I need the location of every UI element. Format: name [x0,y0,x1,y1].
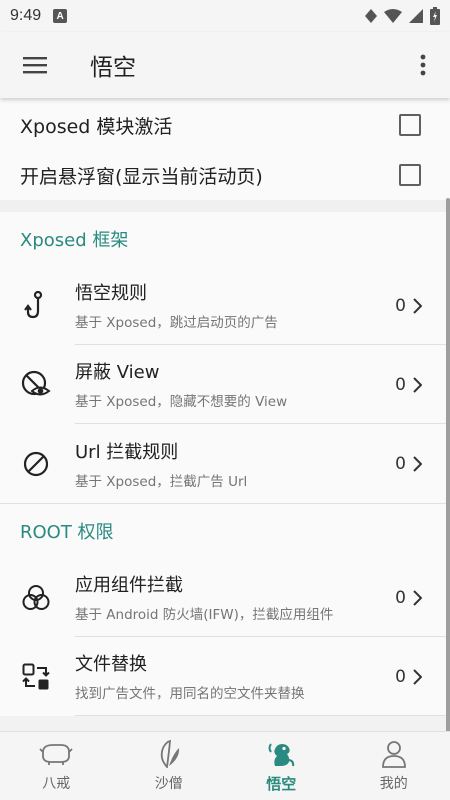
status-icons [364,7,440,25]
app-toolbar: 悟空 [0,32,450,98]
section-header: Xposed 框架 [20,230,129,251]
item-count: 0 [395,453,406,474]
leaf-icon [157,739,181,769]
list-item-block-view[interactable]: 屏蔽 View 基于 Xposed，隐藏不想要的 View 0 [0,345,450,424]
bottom-navigation: 八戒 沙僧 悟空 我的 [0,731,450,800]
item-subtitle: 找到广告文件，用同名的空文件夹替换 [75,686,305,702]
item-count: 0 [395,374,406,395]
xposed-section: Xposed 框架 悟空规则 基于 Xposed，跳过启动页的广告 0 屏蔽 V… [0,212,450,503]
item-title: 屏蔽 View [75,362,160,383]
section-gap [0,200,450,212]
main-content[interactable]: Xposed 模块激活 开启悬浮窗(显示当前活动页) Xposed 框架 悟空规… [0,98,450,731]
item-title: 悟空规则 [75,283,147,304]
check-label: 开启悬浮窗(显示当前活动页) [20,165,263,188]
block-icon [0,424,75,503]
item-right: 0 [395,637,422,716]
chevron-right-icon [413,376,422,393]
chevron-right-icon [413,589,422,606]
xposed-active-row[interactable]: Xposed 模块激活 [0,100,450,150]
item-right: 0 [395,558,422,637]
root-section: ROOT 权限 应用组件拦截 基于 Android 防火墙(IFW)，拦截应用组… [0,503,450,716]
nav-label: 八戒 [42,776,71,792]
page-title: 悟空 [90,55,136,81]
nav-label: 我的 [379,776,408,792]
nav-item-bajie[interactable]: 八戒 [0,732,113,800]
list-item-wukong-rules[interactable]: 悟空规则 基于 Xposed，跳过启动页的广告 0 [0,266,450,345]
nav-item-mine[interactable]: 我的 [338,732,450,800]
item-count: 0 [395,666,406,687]
item-right: 0 [395,424,422,503]
item-title: 应用组件拦截 [75,575,183,596]
item-body: 应用组件拦截 基于 Android 防火墙(IFW)，拦截应用组件 [75,558,450,637]
monkey-icon [267,739,295,769]
item-subtitle: 基于 Xposed，拦截广告 Url [75,473,248,490]
hamburger-menu-icon [23,57,47,74]
swap-icon [0,637,75,716]
cell-signal-icon [409,9,423,23]
battery-icon [430,7,440,25]
item-right: 0 [395,266,422,345]
xposed-active-checkbox[interactable] [399,114,421,136]
more-vertical-icon [420,54,426,76]
list-item-url-rules[interactable]: Url 拦截规则 基于 Xposed，拦截广告 Url 0 [0,424,450,503]
menu-button[interactable] [0,32,70,98]
item-count: 0 [395,587,406,608]
signal-diamond-icon [365,9,377,23]
item-subtitle: 基于 Xposed，隐藏不想要的 View [75,394,288,410]
chevron-right-icon [413,668,422,685]
list-item-component-block[interactable]: 应用组件拦截 基于 Android 防火墙(IFW)，拦截应用组件 0 [0,558,450,637]
pig-icon [39,739,73,769]
item-body: 屏蔽 View 基于 Xposed，隐藏不想要的 View [75,345,450,424]
wifi-icon [384,9,402,23]
nav-label: 沙僧 [154,776,183,792]
item-count: 0 [395,295,406,316]
nav-label: 悟空 [266,774,297,793]
chevron-right-icon [413,297,422,314]
item-right: 0 [395,345,422,424]
chevron-right-icon [413,455,422,472]
hook-icon [0,266,75,345]
item-body: 悟空规则 基于 Xposed，跳过启动页的广告 [75,266,450,345]
floating-window-checkbox[interactable] [399,164,421,186]
scrollbar[interactable] [446,198,450,731]
nav-item-wukong[interactable]: 悟空 [225,732,338,800]
more-options-button[interactable] [396,32,450,98]
person-icon [381,739,407,769]
list-item-file-replace[interactable]: 文件替换 找到广告文件，用同名的空文件夹替换 0 [0,637,450,716]
item-subtitle: 基于 Android 防火墙(IFW)，拦截应用组件 [75,607,334,623]
status-time: 9:49 [10,7,42,24]
status-bar: 9:49 A [0,0,450,32]
item-title: 文件替换 [75,654,147,675]
check-label: Xposed 模块激活 [20,115,173,138]
eye-off-icon [0,345,75,424]
item-body: 文件替换 找到广告文件，用同名的空文件夹替换 [75,637,450,716]
item-body: Url 拦截规则 基于 Xposed，拦截广告 Url [75,424,450,503]
circles-icon [0,558,75,637]
settings-checks: Xposed 模块激活 开启悬浮窗(显示当前活动页) [0,98,450,200]
nav-item-shaseng[interactable]: 沙僧 [113,732,226,800]
section-header: ROOT 权限 [20,522,114,543]
item-title: Url 拦截规则 [75,441,179,463]
floating-window-row[interactable]: 开启悬浮窗(显示当前活动页) [0,150,450,200]
item-subtitle: 基于 Xposed，跳过启动页的广告 [75,315,278,331]
notification-icon: A [53,9,68,23]
